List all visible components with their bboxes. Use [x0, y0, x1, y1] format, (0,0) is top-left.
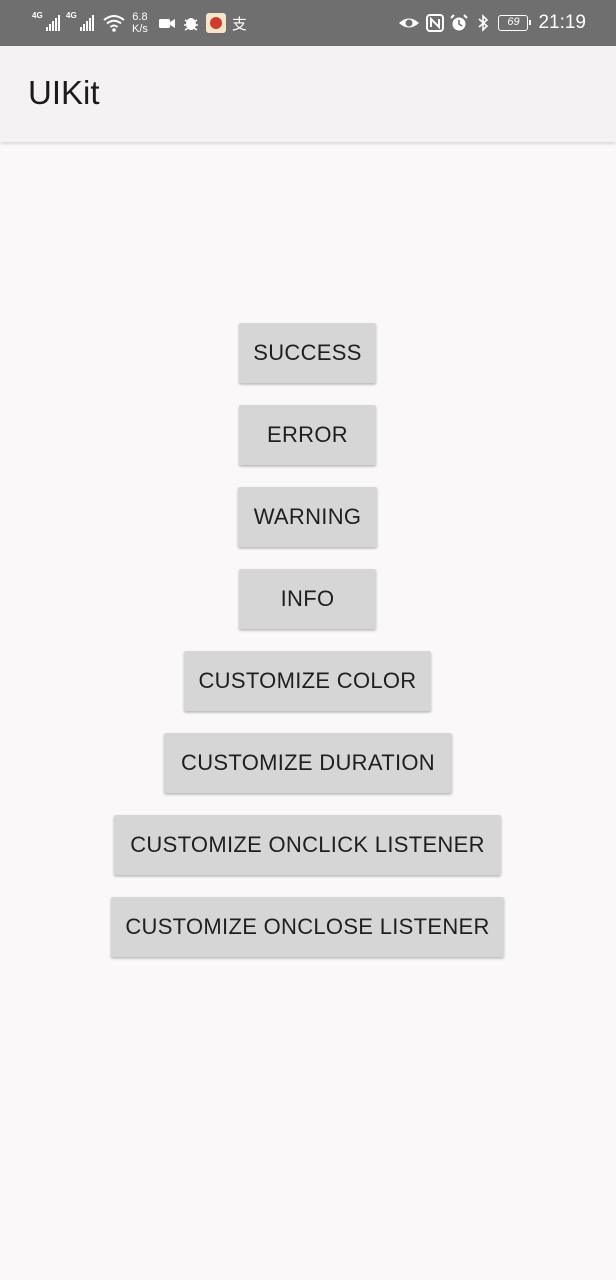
network-speed: 6.8 K/s: [132, 11, 148, 35]
status-time: 21:19: [538, 12, 586, 33]
info-button[interactable]: INFO: [239, 569, 376, 629]
app-icon: [205, 13, 226, 33]
signal-icon: 4G: [32, 11, 60, 33]
app-title: UIKit: [28, 74, 100, 111]
status-left: 4G 4G 6.8 K/s 支: [32, 0, 253, 46]
bluetooth-icon: [478, 14, 489, 32]
battery-icon: 69: [498, 15, 532, 31]
speed-unit: K/s: [132, 23, 148, 35]
alipay-icon: 支: [231, 15, 247, 33]
customize-onclick-listener-button[interactable]: CUSTOMIZE ONCLICK LISTENER: [114, 815, 501, 875]
eye-icon: [399, 18, 420, 28]
button-list: SUCCESS ERROR WARNING INFO CUSTOMIZE COL…: [0, 142, 616, 1280]
customize-color-button[interactable]: CUSTOMIZE COLOR: [184, 651, 431, 711]
bug-icon: [183, 18, 198, 31]
customize-onclose-listener-button[interactable]: CUSTOMIZE ONCLOSE LISTENER: [111, 897, 504, 957]
warning-button[interactable]: WARNING: [238, 487, 377, 547]
signal-type-label-2: 4G: [66, 11, 77, 20]
nfc-icon: [426, 14, 445, 32]
video-icon: [158, 19, 175, 28]
alarm-icon: [450, 14, 469, 31]
customize-duration-button[interactable]: CUSTOMIZE DURATION: [164, 733, 452, 793]
app-bar: UIKit: [0, 46, 616, 142]
speed-value: 6.8: [132, 11, 148, 23]
success-button[interactable]: SUCCESS: [239, 323, 376, 383]
status-right: 69 21:19: [398, 0, 586, 46]
error-button[interactable]: ERROR: [239, 405, 376, 465]
status-bar: 4G 4G 6.8 K/s 支 69 21:19: [0, 0, 616, 46]
signal-type-label: 4G: [32, 11, 43, 20]
signal-icon-2: 4G: [66, 11, 94, 33]
wifi-icon: [103, 15, 125, 32]
